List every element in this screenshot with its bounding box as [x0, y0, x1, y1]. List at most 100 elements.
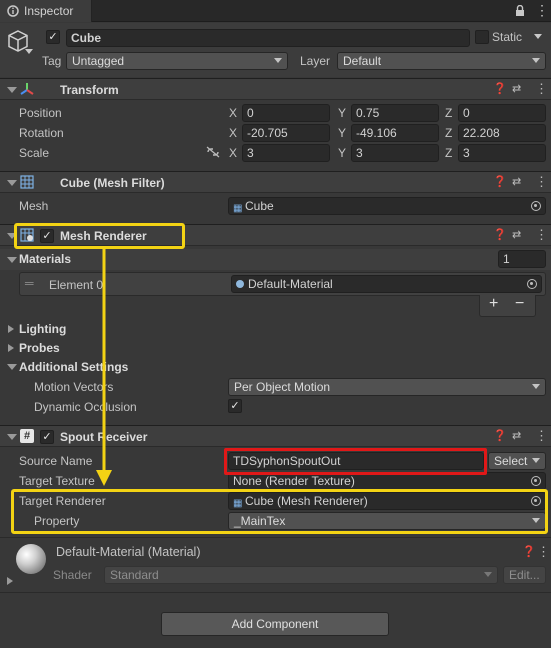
help-icon[interactable]: ❓: [493, 82, 507, 95]
object-name-field[interactable]: Cube: [66, 29, 470, 47]
source-name-label: Source Name: [19, 454, 93, 468]
add-element-button[interactable]: +: [489, 295, 498, 313]
axis-z-label[interactable]: Z: [445, 126, 452, 140]
target-renderer-highlight: [11, 489, 548, 534]
foldout-arrow-icon[interactable]: [7, 364, 17, 370]
help-icon[interactable]: ❓: [493, 429, 507, 442]
tab-title: Inspector: [24, 4, 74, 18]
foldout-arrow-icon[interactable]: [7, 87, 17, 93]
foldout-arrow-icon[interactable]: [7, 180, 17, 186]
help-icon[interactable]: ❓: [493, 228, 507, 241]
lighting-foldout[interactable]: Lighting: [19, 322, 66, 336]
object-header: ✓ Cube Static Tag Untagged Layer Default: [0, 23, 551, 77]
presets-icon[interactable]: ⇄: [512, 82, 521, 95]
foldout-arrow-icon[interactable]: [7, 257, 17, 263]
target-texture-value: None (Render Texture): [233, 474, 355, 488]
mesh-value: Cube: [245, 199, 274, 213]
rotation-y-field[interactable]: -49.106: [351, 124, 439, 142]
kebab-menu-icon[interactable]: ⋮: [535, 428, 548, 444]
dynamic-occlusion-checkbox[interactable]: ✓: [228, 399, 242, 413]
motion-vectors-value: Per Object Motion: [234, 380, 331, 394]
axis-y-label[interactable]: Y: [338, 106, 346, 120]
material-sphere-icon: [16, 544, 46, 574]
mesh-icon: ▦: [233, 203, 243, 214]
component-title: Transform: [60, 83, 119, 97]
materials-foldout[interactable]: Materials 1: [0, 249, 551, 270]
position-x-field[interactable]: 0: [242, 104, 330, 122]
select-dropdown[interactable]: Select: [488, 452, 546, 470]
shader-label: Shader: [53, 568, 92, 582]
rotation-x-field[interactable]: -20.705: [242, 124, 330, 142]
foldout-arrow-icon[interactable]: [7, 434, 17, 440]
rotation-z-field[interactable]: 22.208: [458, 124, 546, 142]
axis-x-label[interactable]: X: [229, 146, 237, 160]
material-sphere-icon: [236, 280, 244, 288]
element-value: Default-Material: [248, 277, 333, 291]
axis-x-label[interactable]: X: [229, 106, 237, 120]
icon-dropdown-caret[interactable]: [25, 49, 33, 54]
chevron-down-icon: [532, 458, 540, 463]
axis-z-label[interactable]: Z: [445, 106, 452, 120]
kebab-menu-icon[interactable]: ⋮: [537, 544, 550, 560]
object-picker-icon[interactable]: [531, 476, 541, 486]
transform-header[interactable]: Transform ❓ ⇄ ⋮: [0, 78, 551, 100]
scale-y-field[interactable]: 3: [351, 144, 439, 162]
edit-shader-button[interactable]: Edit...: [503, 566, 546, 584]
foldout-arrow-icon[interactable]: [8, 325, 14, 333]
static-checkbox[interactable]: [475, 30, 489, 44]
mesh-label: Mesh: [19, 199, 49, 213]
shader-dropdown[interactable]: Standard: [104, 566, 498, 584]
kebab-menu-icon[interactable]: ⋮: [535, 227, 548, 243]
scale-z-field[interactable]: 3: [458, 144, 546, 162]
mesh-field[interactable]: ▦ Cube: [228, 197, 546, 215]
position-z-field[interactable]: 0: [458, 104, 546, 122]
materials-label: Materials: [19, 252, 72, 266]
divider: [0, 537, 551, 538]
motion-vectors-dropdown[interactable]: Per Object Motion: [228, 378, 546, 396]
tag-dropdown[interactable]: Untagged: [66, 52, 288, 70]
tab-inspector[interactable]: Inspector: [0, 0, 92, 22]
probes-foldout[interactable]: Probes: [19, 341, 60, 355]
presets-icon[interactable]: ⇄: [512, 228, 521, 241]
info-icon: [7, 5, 19, 17]
spout-receiver-header[interactable]: # ✓ Spout Receiver ❓ ⇄ ⋮: [0, 425, 551, 447]
presets-icon[interactable]: ⇄: [512, 429, 521, 442]
active-checkbox[interactable]: ✓: [46, 30, 60, 44]
rotation-label: Rotation: [19, 126, 64, 140]
constrain-proportions-icon[interactable]: [206, 146, 220, 158]
object-picker-icon[interactable]: [527, 279, 537, 289]
presets-icon[interactable]: ⇄: [512, 175, 521, 188]
kebab-menu-icon[interactable]: ⋮: [535, 3, 549, 17]
divider: [0, 592, 551, 593]
element-material-field[interactable]: Default-Material: [231, 275, 542, 293]
materials-count-field[interactable]: 1: [498, 250, 546, 268]
axis-y-label[interactable]: Y: [338, 126, 346, 140]
position-y-field[interactable]: 0.75: [351, 104, 439, 122]
axis-z-label[interactable]: Z: [445, 146, 452, 160]
foldout-arrow-icon[interactable]: [7, 577, 13, 585]
object-picker-icon[interactable]: [531, 201, 541, 211]
foldout-arrow-icon[interactable]: [8, 344, 14, 352]
layer-dropdown[interactable]: Default: [337, 52, 546, 70]
axis-x-label[interactable]: X: [229, 126, 237, 140]
scale-x-field[interactable]: 3: [242, 144, 330, 162]
lock-icon[interactable]: [515, 5, 525, 17]
drag-handle-icon[interactable]: ═: [25, 276, 34, 290]
mesh-filter-header[interactable]: Cube (Mesh Filter) ❓ ⇄ ⋮: [0, 171, 551, 193]
axis-y-label[interactable]: Y: [338, 146, 346, 160]
static-dropdown-caret[interactable]: [534, 34, 542, 39]
material-title: Default-Material (Material): [56, 545, 201, 559]
remove-element-button[interactable]: −: [515, 295, 524, 313]
tag-label: Tag: [42, 54, 62, 68]
kebab-menu-icon[interactable]: ⋮: [535, 174, 548, 190]
source-name-highlight: [224, 448, 487, 475]
help-icon[interactable]: ❓: [522, 545, 536, 558]
kebab-menu-icon[interactable]: ⋮: [535, 81, 548, 97]
static-label: Static: [492, 30, 523, 44]
position-label: Position: [19, 106, 62, 120]
spout-receiver-enabled-checkbox[interactable]: ✓: [40, 430, 54, 444]
add-component-button[interactable]: Add Component: [161, 612, 389, 636]
arrow-annotation: [96, 248, 112, 486]
chevron-down-icon: [484, 572, 492, 577]
help-icon[interactable]: ❓: [493, 175, 507, 188]
